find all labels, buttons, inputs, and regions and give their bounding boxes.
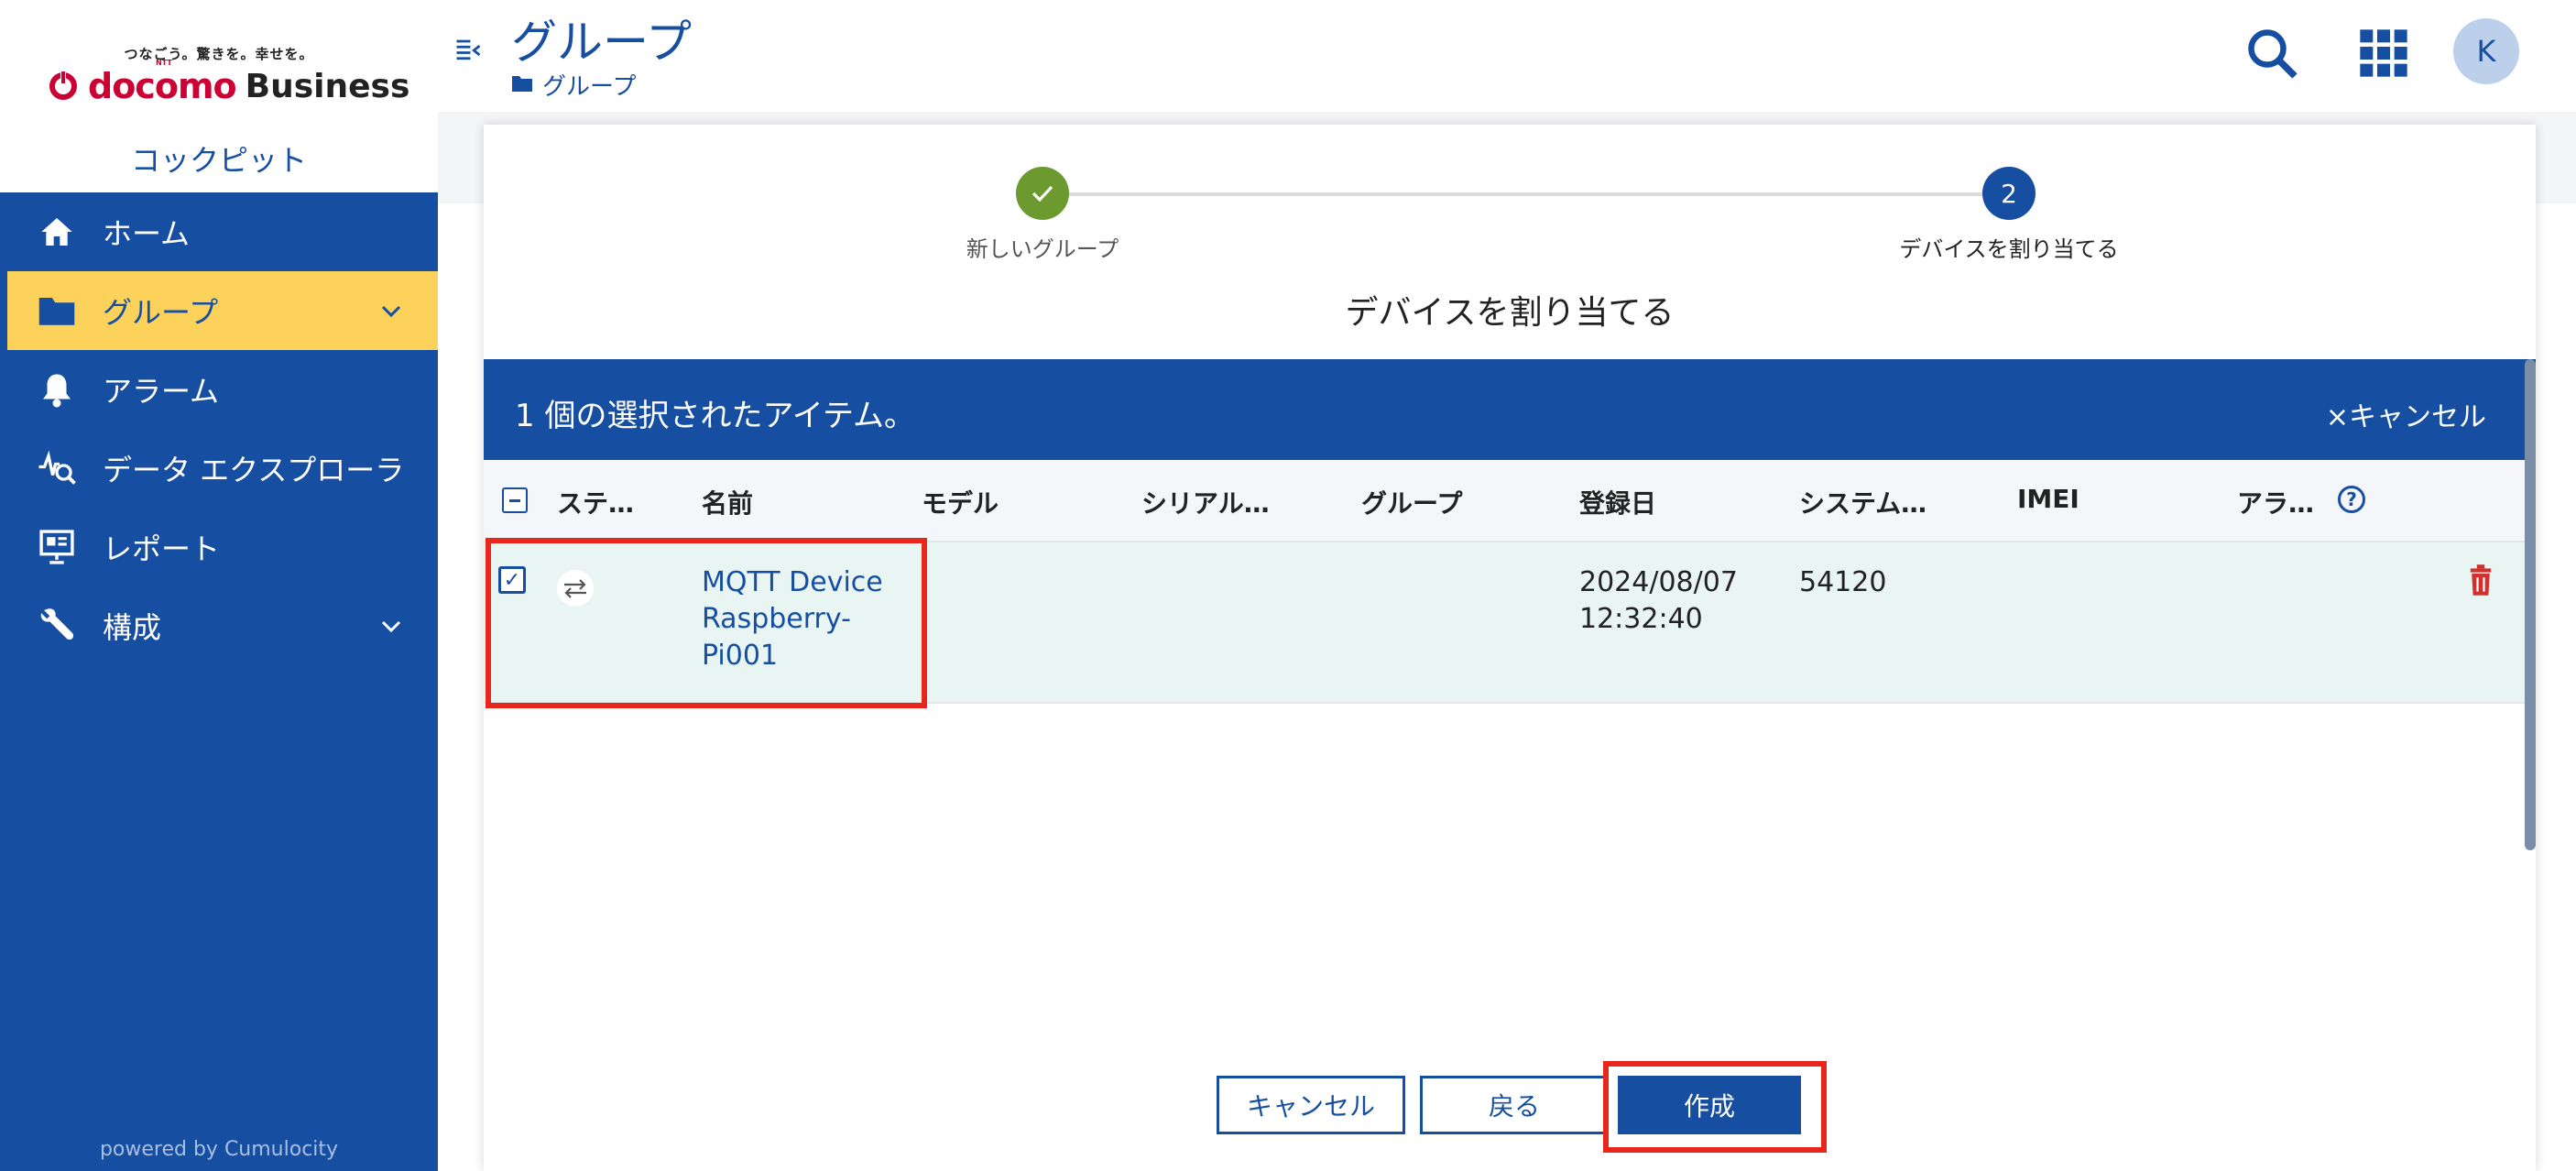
help-icon[interactable]: ?: [2338, 486, 2365, 513]
column-status[interactable]: ステ…: [557, 484, 634, 520]
powered-by: powered by Cumulocity: [99, 1138, 339, 1161]
step-assign-devices[interactable]: 2 デバイスを割り当てる: [1872, 167, 2146, 263]
highlight-device-row: [486, 538, 927, 708]
system-id-cell: 54120: [1799, 566, 1887, 598]
folder-icon: [37, 290, 77, 331]
column-serial[interactable]: シリアル…: [1141, 484, 1270, 520]
step-number: 2: [1982, 167, 2036, 220]
select-all-checkbox[interactable]: [502, 487, 528, 513]
nav-menu: ホーム グループ アラーム データ エクスプローラ レポート 構成: [0, 192, 438, 665]
chevron-down-icon: [381, 612, 401, 640]
app-name: コックピット: [130, 143, 307, 178]
home-icon: [37, 212, 77, 252]
sidebar-item-label: 構成: [103, 610, 162, 645]
page-title: グループ: [511, 16, 692, 69]
brand-docomo: docomo: [88, 66, 237, 106]
sidebar-item-alarms[interactable]: アラーム: [0, 350, 438, 429]
column-imei[interactable]: IMEI: [2017, 484, 2079, 514]
breadcrumb-link[interactable]: グループ: [542, 68, 636, 102]
brand-area: つなごう。驚きを。幸せを。 NTT docomo Business コックピット: [0, 0, 438, 192]
sidebar-item-label: データ エクスプローラ: [103, 453, 405, 487]
table-header: ステ… 名前 モデル シリアル… グループ 登録日 システム… IMEI アラ……: [484, 460, 2536, 542]
brand-business: Business: [245, 67, 410, 105]
sidebar-item-label: グループ: [103, 295, 219, 330]
registered-date: 2024/08/07: [1579, 566, 1738, 598]
step-label: 新しいグループ: [966, 236, 1119, 262]
top-header: グループ グループ K: [438, 0, 2576, 114]
sidebar: つなごう。驚きを。幸せを。 NTT docomo Business コックピット…: [0, 0, 438, 1171]
sidebar-item-configuration[interactable]: 構成: [0, 586, 438, 665]
sidebar-item-home[interactable]: ホーム: [0, 192, 438, 271]
check-icon: [1016, 167, 1069, 220]
sidebar-item-label: ホーム: [103, 216, 191, 251]
report-icon: [37, 527, 77, 567]
app-switcher-icon[interactable]: [2358, 27, 2409, 79]
sidebar-item-reports[interactable]: レポート: [0, 508, 438, 586]
column-group[interactable]: グループ: [1361, 484, 1462, 520]
breadcrumb: グループ: [511, 68, 636, 102]
column-alarms[interactable]: アラ…: [2237, 484, 2314, 520]
selection-cancel-button[interactable]: ×キャンセル: [2326, 394, 2486, 434]
registered-date-cell: 2024/08/07 12:32:40: [1579, 564, 1738, 638]
column-model[interactable]: モデル: [922, 484, 999, 520]
data-explorer-icon: [37, 448, 77, 488]
search-icon[interactable]: [2244, 26, 2299, 81]
chevron-down-icon: [381, 297, 401, 324]
sidebar-item-groups[interactable]: グループ: [7, 271, 438, 350]
brand-ntt: NTT: [156, 59, 172, 67]
dialog-title: デバイスを割り当てる: [1345, 294, 1675, 332]
bell-icon: [37, 369, 77, 410]
highlight-create-button: [1603, 1061, 1827, 1153]
selection-count: 1 個の選択されたアイテム。: [515, 398, 916, 434]
registered-time: 12:32:40: [1579, 603, 1703, 635]
docomo-power-icon: [49, 71, 77, 100]
column-system-id[interactable]: システム…: [1799, 484, 1927, 520]
sidebar-toggle-icon[interactable]: [454, 37, 482, 64]
brand-tagline: つなごう。驚きを。幸せを。: [124, 46, 314, 62]
brand-logo: NTT docomo Business: [49, 59, 410, 110]
scrollbar[interactable]: [2525, 359, 2536, 850]
wrench-icon: [37, 606, 77, 646]
sidebar-item-data-explorer[interactable]: データ エクスプローラ: [0, 429, 438, 508]
column-name[interactable]: 名前: [702, 484, 753, 520]
step-new-group[interactable]: 新しいグループ: [905, 167, 1180, 263]
step-label: デバイスを割り当てる: [1899, 236, 2119, 262]
sidebar-item-label: レポート: [103, 531, 221, 566]
back-button[interactable]: 戻る: [1420, 1076, 1609, 1134]
selection-bar: 1 個の選択されたアイテム。 ×キャンセル: [484, 359, 2536, 460]
avatar[interactable]: K: [2453, 18, 2519, 84]
column-registered[interactable]: 登録日: [1579, 484, 1656, 520]
sidebar-item-label: アラーム: [103, 374, 220, 409]
trash-icon[interactable]: [2468, 564, 2494, 596]
cancel-button[interactable]: キャンセル: [1217, 1076, 1405, 1134]
folder-icon: [511, 71, 533, 99]
